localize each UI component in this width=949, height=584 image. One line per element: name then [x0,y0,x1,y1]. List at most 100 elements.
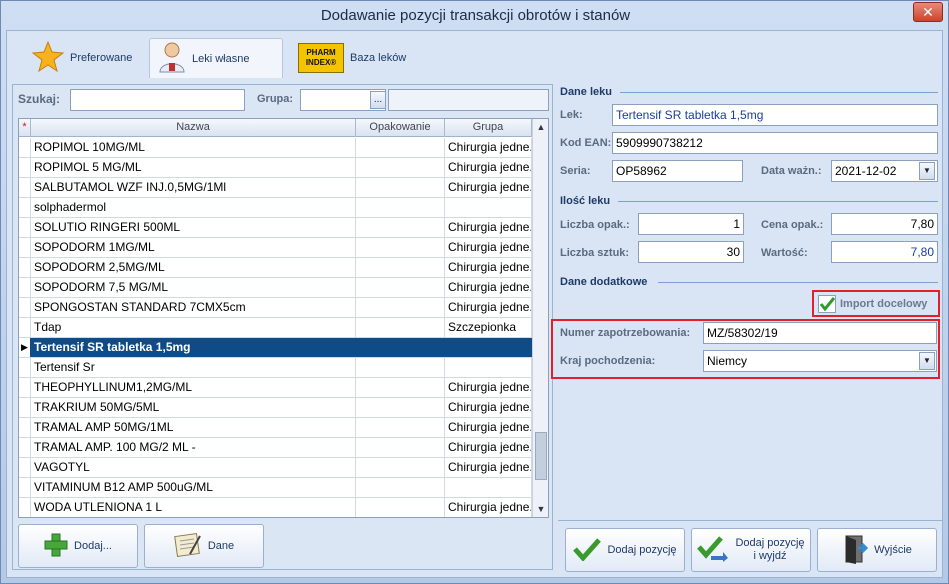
scroll-up-icon[interactable]: ▲ [533,119,548,135]
star-icon [31,40,65,76]
section-dane-dodatkowe: Dane dodatkowe [560,276,648,288]
group-filter-area [388,89,549,111]
seria-field[interactable]: OP58962 [612,160,743,182]
chevron-down-icon[interactable]: ▼ [919,162,935,180]
cell-nazwa: TRAKRIUM 50MG/5ML [31,398,356,417]
table-row[interactable]: THEOPHYLLINUM1,2MG/ML Chirurgia jedne... [19,378,532,398]
cell-nazwa: TRAMAL AMP 50MG/1ML [31,418,356,437]
drug-grid: * Nazwa Opakowanie Grupa ROPIMOL 10MG/ML… [18,118,549,518]
order-field[interactable]: MZ/58302/19 [703,322,937,344]
cell-opakowanie [356,378,445,397]
cell-grupa: Chirurgia jedne... [445,398,532,417]
add-position-label: Dodaj pozycję [607,544,677,556]
tab-leki-wlasne[interactable]: Leki własne [149,38,283,78]
cell-grupa [445,338,532,357]
cell-nazwa: ROPIMOL 10MG/ML [31,138,356,157]
cell-opakowanie [356,158,445,177]
scroll-down-icon[interactable]: ▼ [533,501,548,517]
order-label: Numer zapotrzebowania: [560,327,691,339]
cell-opakowanie [356,178,445,197]
group-browse-button[interactable]: ... [370,91,386,109]
cell-grupa: Chirurgia jedne... [445,438,532,457]
country-select[interactable]: Niemcy [703,350,937,372]
row-marker [19,398,31,417]
table-row[interactable]: SALBUTAMOL WZF INJ.0,5MG/1Ml Chirurgia je… [19,178,532,198]
import-checkbox[interactable] [818,295,836,313]
table-row[interactable]: VITAMINUM B12 AMP 500uG/ML [19,478,532,498]
tab-baza-lekow[interactable]: PHARM INDEX® Baza leków [290,38,420,78]
add-button[interactable]: Dodaj... [18,524,138,568]
cell-nazwa: WODA UTLENIONA 1 L [31,498,356,517]
table-row[interactable]: Tdap Szczepionka [19,318,532,338]
table-row[interactable]: WODA UTLENIONA 1 L Chirurgia jedne... [19,498,532,517]
close-button[interactable]: ✕ [913,2,943,22]
cell-nazwa: Tdap [31,318,356,337]
section-divider [658,282,938,283]
grid-header: * Nazwa Opakowanie Grupa [19,119,548,137]
cell-opakowanie [356,458,445,477]
column-header-grupa[interactable]: Grupa [445,119,532,137]
checkmark-arrow-icon [697,535,729,565]
row-marker [19,458,31,477]
table-row[interactable]: SOLUTIO RINGERI 500ML Chirurgia jedne... [19,218,532,238]
tab-preferowane[interactable]: Preferowane [24,38,142,78]
window-title: Dodawanie pozycji transakcji obrotów i s… [320,7,631,24]
column-header-opakowanie[interactable]: Opakowanie [356,119,445,137]
cell-grupa: Chirurgia jedne... [445,418,532,437]
grid-scrollbar[interactable]: ▲ ▼ [532,119,548,517]
chevron-down-icon[interactable]: ▼ [919,352,935,370]
search-label: Szukaj: [18,92,61,106]
column-header-nazwa[interactable]: Nazwa [31,119,356,137]
pieces-field[interactable]: 30 [638,241,744,263]
row-marker [19,358,31,377]
row-marker [19,478,31,497]
row-marker [19,278,31,297]
data-button[interactable]: Dane [144,524,264,568]
cell-nazwa: SOPODORM 2,5MG/ML [31,258,356,277]
lek-field[interactable]: Tertensif SR tabletka 1,5mg [612,104,938,126]
price-field[interactable]: 7,80 [831,213,938,235]
cell-opakowanie [356,478,445,497]
row-marker [19,218,31,237]
ean-field[interactable]: 5909990738212 [612,132,938,154]
table-row[interactable]: ROPIMOL 10MG/ML Chirurgia jedne... [19,138,532,158]
table-row[interactable]: VAGOTYL Chirurgia jedne... [19,458,532,478]
cell-nazwa: SALBUTAMOL WZF INJ.0,5MG/1Ml [31,178,356,197]
table-row[interactable]: TRAMAL AMP. 100 MG/2 ML - Chirurgia jedne… [19,438,532,458]
add-position-button[interactable]: Dodaj pozycję [565,528,685,572]
exit-button[interactable]: Wyjście [817,528,937,572]
table-row[interactable]: SOPODORM 1MG/ML Chirurgia jedne... [19,238,532,258]
table-row[interactable]: SPONGOSTAN STANDARD 7CMX5cm Chirurgia jed… [19,298,532,318]
row-marker [19,158,31,177]
cell-grupa [445,478,532,497]
table-row[interactable]: TRAKRIUM 50MG/5ML Chirurgia jedne... [19,398,532,418]
table-row[interactable]: solphadermol [19,198,532,218]
table-row[interactable]: Tertensif Sr [19,358,532,378]
scroll-thumb[interactable] [535,432,547,480]
table-row[interactable]: ROPIMOL 5 MG/ML Chirurgia jedne... [19,158,532,178]
cell-nazwa: VITAMINUM B12 AMP 500uG/ML [31,478,356,497]
add-and-exit-button[interactable]: Dodaj pozycję i wyjdź [691,528,811,572]
row-marker [19,318,31,337]
cell-opakowanie [356,418,445,437]
cell-grupa: Chirurgia jedne... [445,138,532,157]
add-and-exit-label-line2: i wyjdź [753,550,787,562]
value-field: 7,80 [831,241,938,263]
tab-label: Preferowane [70,52,133,64]
search-input[interactable] [70,89,245,111]
cell-grupa: Chirurgia jedne... [445,298,532,317]
section-divider [620,92,938,93]
packs-field[interactable]: 1 [638,213,744,235]
add-and-exit-label: Dodaj pozycję i wyjdź [735,537,804,563]
cell-grupa: Szczepionka [445,318,532,337]
table-row[interactable]: SOPODORM 7,5 MG/ML Chirurgia jedne... [19,278,532,298]
row-marker [19,198,31,217]
exit-door-icon [842,534,869,567]
table-row[interactable]: TRAMAL AMP 50MG/1ML Chirurgia jedne... [19,418,532,438]
table-row[interactable]: SOPODORM 2,5MG/ML Chirurgia jedne... [19,258,532,278]
cell-grupa: Chirurgia jedne... [445,378,532,397]
cell-opakowanie [356,438,445,457]
row-marker [19,438,31,457]
grid-marker-header: * [19,119,31,137]
table-row-selected[interactable]: ▶ Tertensif SR tabletka 1,5mg [19,338,532,358]
